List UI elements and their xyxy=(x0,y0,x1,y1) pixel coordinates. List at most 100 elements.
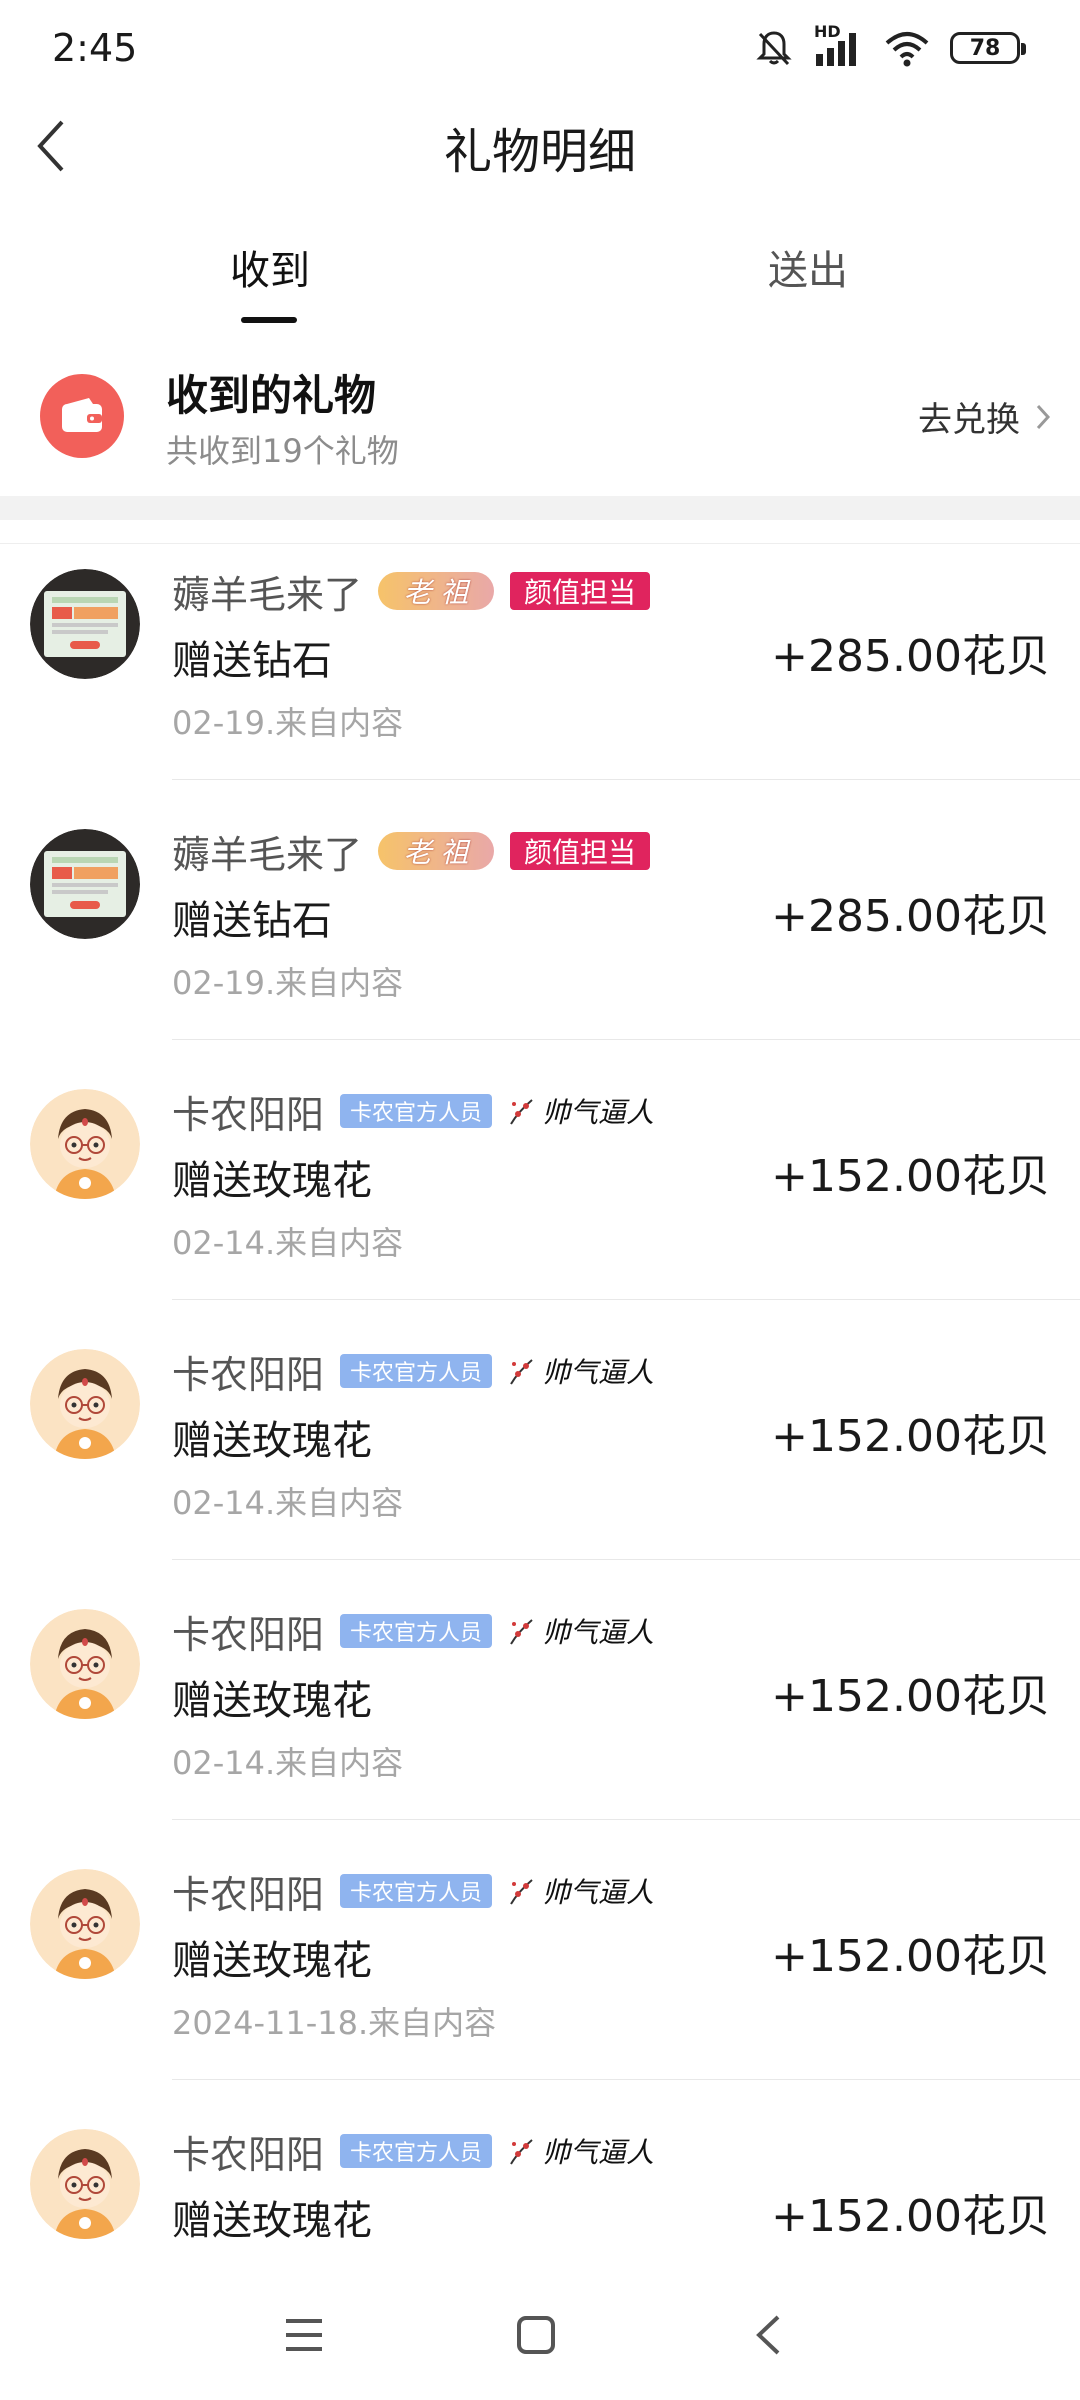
user-name-line: 卡农阳阳 卡农官方人员 帅气逼人 xyxy=(172,1344,654,1399)
official-badge: 卡农官方人员 xyxy=(340,2134,493,2168)
gift-date-source: 02-14.来自内容 xyxy=(172,1744,404,1782)
official-badge: 卡农官方人员 xyxy=(340,1094,493,1128)
gift-row[interactable]: 卡农阳阳 卡农官方人员 帅气逼人赠送玫瑰花 02-14.来自内容 +152.00花贝 xyxy=(0,1560,1080,1820)
gift-amount: +152.00花贝 xyxy=(771,1931,1050,1982)
gift-amount: +285.00花贝 xyxy=(771,891,1050,942)
title-badge-text: 帅气逼人 xyxy=(542,1356,655,1389)
gift-date-source: 02-14.来自内容 xyxy=(172,1224,404,1262)
title-badge: 帅气逼人 xyxy=(508,1611,654,1651)
status-icons: HD 78 xyxy=(754,22,1026,72)
tab-sent[interactable]: 送出 xyxy=(768,238,848,296)
user-avatar[interactable] xyxy=(30,1609,140,1719)
user-name-line: 卡农阳阳 卡农官方人员 帅气逼人 xyxy=(172,1084,654,1139)
gift-amount: +152.00花贝 xyxy=(771,1671,1050,1722)
tab-received[interactable]: 收到 xyxy=(230,238,310,296)
gift-description: 赠送玫瑰花 xyxy=(172,2198,372,2244)
plum-blossom-icon xyxy=(510,1879,533,1905)
menu-icon xyxy=(286,2319,322,2351)
gift-amount: +152.00花贝 xyxy=(771,2191,1050,2242)
gift-row[interactable]: 卡农阳阳卡农官方人员 帅气逼人赠送玫瑰花 2024-11-18.来自内容 +152.0… xyxy=(0,1820,1080,2080)
wallet-icon xyxy=(40,374,124,458)
header: 礼物明细 xyxy=(0,96,1080,200)
gift-date-source: 02-14.来自内容 xyxy=(172,1484,404,1522)
exchange-label: 去兑换 xyxy=(918,400,1020,440)
gift-amount: +152.00花贝 xyxy=(771,1411,1050,1462)
title-badge: 帅气逼人 xyxy=(508,1351,654,1391)
user-avatar[interactable] xyxy=(30,1869,140,1979)
wifi-icon xyxy=(885,32,929,67)
gift-description: 赠送钻石 xyxy=(172,638,332,684)
user-avatar[interactable] xyxy=(30,829,140,939)
battery-icon: 78 xyxy=(950,32,1026,64)
gift-amount: +152.00花贝 xyxy=(771,1151,1050,1202)
chevron-right-icon xyxy=(1036,404,1051,429)
signal-icon: HD xyxy=(814,22,864,68)
title-badge: 帅气逼人 xyxy=(508,1091,654,1131)
gift-description: 赠送玫瑰花 xyxy=(172,1678,372,1724)
user-name[interactable]: 卡农阳阳 xyxy=(172,1344,324,1399)
rank-badge: 老 祖 xyxy=(378,572,495,610)
user-name-line: 薅羊毛来了老 祖颜值担当 xyxy=(172,824,651,879)
title-badge-text: 帅气逼人 xyxy=(542,2136,655,2169)
title-badge: 颜值担当 xyxy=(510,832,651,870)
plum-blossom-icon xyxy=(510,1619,533,1645)
gift-list: 薅羊毛来了老 祖颜值担当 赠送钻石 02-19.来自内容 +285.00花贝 薅羊毛来… xyxy=(0,520,1080,2265)
user-name[interactable]: 薅羊毛来了 xyxy=(172,564,362,619)
user-name-line: 卡农阳阳 卡农官方人员 帅气逼人 xyxy=(172,2124,654,2179)
summary-subtitle: 共收到19个礼物 xyxy=(166,432,399,470)
gift-amount: +285.00花贝 xyxy=(771,631,1050,682)
rank-badge: 老 祖 xyxy=(378,832,495,870)
gift-row[interactable]: 薅羊毛来了老 祖颜值担当赠送钻石 02-19.来自内容 +285.00花贝 xyxy=(0,520,1080,780)
gift-row[interactable]: 卡农阳阳卡农官方人员 帅气逼人赠送玫瑰花 2024-11-18.来自内容 +152.0… xyxy=(0,2080,1080,2265)
summary-title: 收到的礼物 xyxy=(166,371,377,420)
title-badge-text: 帅气逼人 xyxy=(542,1096,655,1129)
plum-blossom-icon xyxy=(510,1359,533,1385)
user-name[interactable]: 卡农阳阳 xyxy=(172,1604,324,1659)
mute-bell-icon xyxy=(756,31,792,66)
exchange-button[interactable]: 去兑换 xyxy=(918,392,1052,441)
title-badge: 帅气逼人 xyxy=(508,1871,654,1911)
tab-bar: 收到 送出 xyxy=(0,220,1080,544)
gift-description: 赠送玫瑰花 xyxy=(172,1418,372,1464)
official-badge: 卡农官方人员 xyxy=(340,1354,493,1388)
user-avatar[interactable] xyxy=(30,2129,140,2239)
tab-active-indicator xyxy=(241,317,297,323)
title-badge: 颜值担当 xyxy=(510,572,651,610)
page-title: 礼物明细 xyxy=(443,124,636,180)
title-badge-text: 帅气逼人 xyxy=(542,1616,655,1649)
title-badge: 帅气逼人 xyxy=(508,2131,654,2171)
user-avatar[interactable] xyxy=(30,569,140,679)
gift-date-source: 02-19.来自内容 xyxy=(172,964,404,1002)
official-badge: 卡农官方人员 xyxy=(340,1874,493,1908)
gift-description: 赠送玫瑰花 xyxy=(172,1938,372,1984)
plum-blossom-icon xyxy=(510,2139,533,2165)
gift-description: 赠送玫瑰花 xyxy=(172,1158,372,1204)
user-avatar[interactable] xyxy=(30,1089,140,1199)
gift-date-source: 02-19.来自内容 xyxy=(172,704,404,742)
gift-row[interactable]: 薅羊毛来了老 祖颜值担当赠送钻石 02-19.来自内容 +285.00花贝 xyxy=(0,780,1080,1040)
plum-blossom-icon xyxy=(510,1099,533,1125)
user-name[interactable]: 卡农阳阳 xyxy=(172,2124,324,2179)
nav-home-button[interactable] xyxy=(504,2303,568,2367)
user-name[interactable]: 卡农阳阳 xyxy=(172,1864,324,1919)
home-square-icon xyxy=(517,2316,555,2354)
system-nav-bar xyxy=(0,2265,1080,2400)
gift-row[interactable]: 卡农阳阳 卡农官方人员 帅气逼人赠送玫瑰花 02-14.来自内容 +152.00花贝 xyxy=(0,1300,1080,1560)
received-summary: 收到的礼物 共收到19个礼物 去兑换 xyxy=(0,324,1080,496)
user-name[interactable]: 薅羊毛来了 xyxy=(172,824,362,879)
user-name-line: 薅羊毛来了老 祖颜值担当 xyxy=(172,564,651,619)
section-separator xyxy=(0,496,1080,520)
nav-menu-button[interactable] xyxy=(272,2303,336,2367)
gift-description: 赠送钻石 xyxy=(172,898,332,944)
official-badge: 卡农官方人员 xyxy=(340,1614,493,1648)
user-name-line: 卡农阳阳 卡农官方人员 帅气逼人 xyxy=(172,1864,654,1919)
back-triangle-icon xyxy=(756,2315,780,2355)
gift-date-source: 2024-11-18.来自内容 xyxy=(172,2258,496,2265)
user-avatar[interactable] xyxy=(30,1349,140,1459)
title-badge-text: 帅气逼人 xyxy=(542,1876,655,1909)
nav-back-button[interactable] xyxy=(736,2303,800,2367)
user-name[interactable]: 卡农阳阳 xyxy=(172,1084,324,1139)
gift-row[interactable]: 卡农阳阳 卡农官方人员 帅气逼人赠送玫瑰花 02-14.来自内容 +152.00花贝 xyxy=(0,1040,1080,1300)
user-name-line: 卡农阳阳 卡农官方人员 帅气逼人 xyxy=(172,1604,654,1659)
status-bar: 2:45 HD 78 xyxy=(0,0,1080,96)
